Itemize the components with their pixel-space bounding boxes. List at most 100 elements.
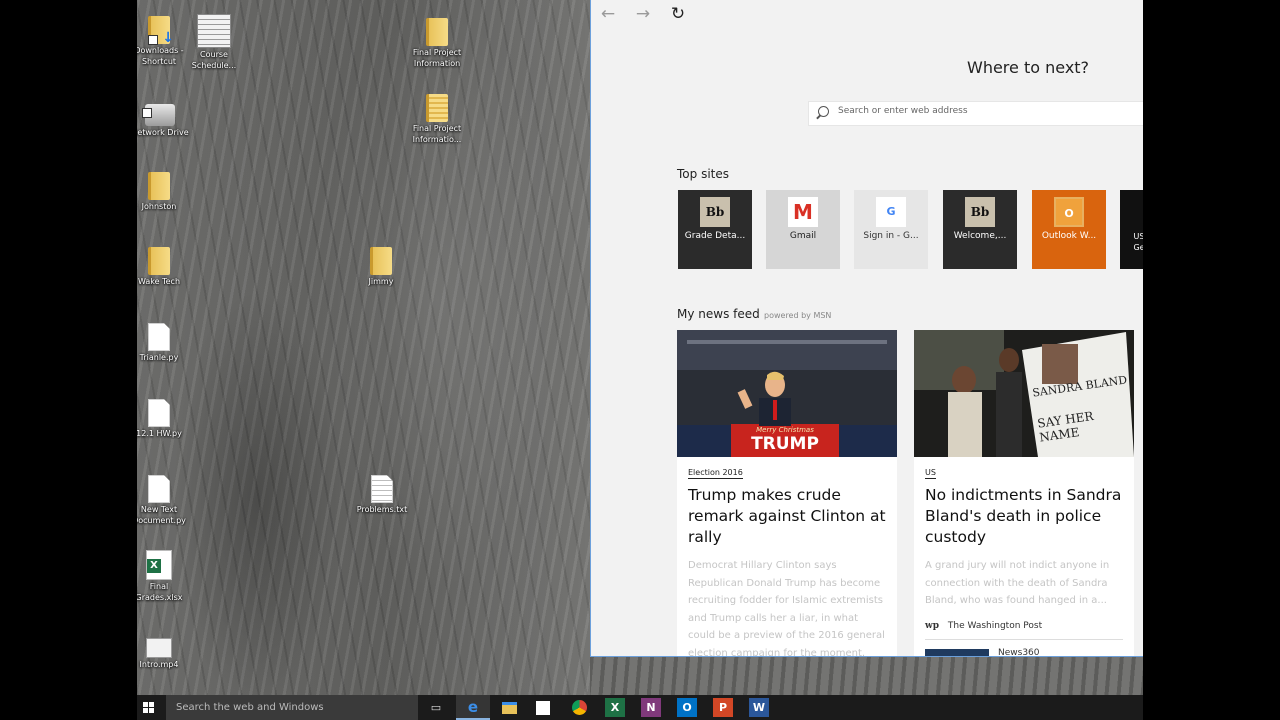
python-file-icon [148, 399, 170, 427]
windows-logo-icon [149, 702, 154, 707]
desktop-icon-course-schedule[interactable]: Course Schedule... [184, 14, 244, 71]
task-view-icon: ▭ [430, 701, 442, 714]
folder-icon [148, 247, 170, 275]
edge-browser-window: ← → ↻ Where to next? Top sites Bb Grade … [590, 0, 1143, 657]
chrome-icon [571, 700, 587, 715]
desktop: Downloads - Shortcut Course Schedule... … [137, 0, 1143, 720]
onenote-icon: N [646, 701, 656, 714]
desktop-icon-wake-tech[interactable]: Wake Tech [137, 247, 189, 287]
arrow-left-icon: ← [600, 4, 616, 24]
desktop-icon-label: Final Project Informatio... [412, 124, 462, 144]
taskbar: Search the web and Windows ▭ e X N O P W [137, 695, 1143, 720]
blackboard-logo-icon: Bb [965, 197, 995, 227]
file-explorer-icon [501, 702, 517, 714]
news-category[interactable]: US [925, 467, 936, 479]
spreadsheet-file-icon [197, 14, 231, 48]
forward-button[interactable]: → [631, 4, 655, 24]
top-site-tile-outlook[interactable]: O Outlook W... [1032, 190, 1106, 269]
taskbar-store-button[interactable] [533, 698, 553, 717]
top-site-label: Grade Deta... [684, 231, 746, 241]
taskbar-outlook-button[interactable]: O [677, 698, 697, 717]
top-site-tile-welcome[interactable]: Bb Welcome,... [943, 190, 1017, 269]
news-card-trump[interactable]: Merry Christmas TRUMP Election 2016 Trum… [677, 330, 897, 656]
desktop-icon-label: Wake Tech [137, 277, 181, 286]
news-title[interactable]: Trump makes crude remark against Clinton… [688, 485, 888, 548]
python-file-icon [148, 323, 170, 351]
desktop-icon-label: Final Project Information [412, 48, 462, 68]
zip-folder-icon [426, 94, 448, 122]
taskbar-powerpoint-button[interactable]: P [713, 698, 733, 717]
desktop-icon-trianle-py[interactable]: Trianle.py [137, 323, 189, 363]
excel-icon: X [610, 701, 620, 714]
news-card-sandra-bland[interactable]: SANDRA BLAND SAY HER NAME US No indictme… [914, 330, 1134, 656]
news-title[interactable]: No indictments in Sandra Bland's death i… [925, 485, 1125, 548]
taskbar-excel-button[interactable]: X [605, 698, 625, 717]
folder-icon [426, 18, 448, 46]
folder-shortcut-icon [148, 16, 174, 46]
address-bar[interactable] [808, 101, 1143, 126]
excel-file-icon [146, 550, 172, 580]
desktop-icon-label: Network Drive [137, 128, 189, 137]
folder-icon [370, 247, 392, 275]
desktop-icon-downloads-shortcut[interactable]: Downloads - Shortcut [137, 16, 189, 67]
google-logo-icon: G [876, 197, 906, 227]
desktop-wallpaper-strip [590, 655, 1143, 695]
desktop-icon-johnston[interactable]: Johnston [137, 172, 189, 212]
washington-post-logo-icon: wp [925, 621, 940, 631]
desktop-icon-hw-py[interactable]: 12.1 HW.py [137, 399, 189, 439]
arrow-right-icon: → [635, 4, 651, 24]
text-file-icon [371, 475, 393, 503]
desktop-icon-network-drive[interactable]: Network Drive [137, 100, 190, 138]
desktop-icon-final-grades[interactable]: Final Grades.xlsx [137, 550, 189, 603]
desktop-icon-problems-txt[interactable]: Problems.txt [352, 475, 412, 515]
desktop-icon-label: Jimmy [368, 277, 394, 286]
video-file-icon [146, 638, 172, 658]
news-photo-banner: Merry Christmas [756, 426, 814, 434]
top-site-tile-grade-details[interactable]: Bb Grade Deta... [678, 190, 752, 269]
desktop-icon-label: Johnston [141, 202, 177, 211]
taskbar-onenote-button[interactable]: N [641, 698, 661, 717]
start-button[interactable] [137, 695, 164, 720]
new-tab-headline: Where to next? [967, 58, 1090, 77]
next-news-thumbnail[interactable] [925, 649, 989, 656]
taskbar-file-explorer-button[interactable] [499, 698, 519, 717]
powerpoint-icon: P [718, 701, 728, 714]
address-input[interactable] [838, 106, 1138, 116]
desktop-icon-label: Intro.mp4 [139, 660, 179, 669]
desktop-icon-jimmy[interactable]: Jimmy [351, 247, 411, 287]
news-category[interactable]: Election 2016 [688, 467, 743, 479]
gmail-logo-icon: M [788, 197, 818, 227]
back-button[interactable]: ← [596, 4, 620, 24]
top-sites-heading: Top sites [677, 167, 729, 181]
network-drive-icon [142, 104, 175, 126]
taskbar-chrome-button[interactable] [569, 698, 589, 717]
task-view-button[interactable]: ▭ [426, 698, 446, 717]
desktop-icon-label: Problems.txt [356, 505, 408, 514]
desktop-icon-final-project-zip[interactable]: Final Project Informatio... [407, 94, 467, 145]
taskbar-search-box[interactable]: Search the web and Windows [166, 695, 418, 720]
news-feed-powered-by: powered by MSN [764, 311, 832, 320]
news-source[interactable]: wp The Washington Post [925, 621, 1042, 631]
desktop-icon-final-project-information[interactable]: Final Project Information [407, 18, 467, 69]
desktop-icon-new-text-document[interactable]: New Text Document.py [137, 475, 189, 526]
next-news-source[interactable]: News360 [998, 648, 1040, 656]
windows-logo-icon [143, 708, 148, 713]
news-photo-protest-illustration [914, 330, 1134, 457]
desktop-icon-label: New Text Document.py [137, 505, 186, 525]
top-site-tile-partial[interactable]: US Ge [1120, 190, 1143, 269]
news-divider [925, 639, 1123, 640]
refresh-button[interactable]: ↻ [666, 4, 690, 24]
desktop-icon-intro-mp4[interactable]: Intro.mp4 [137, 632, 189, 670]
windows-logo-icon [149, 708, 154, 713]
news-photo-protest: SANDRA BLAND SAY HER NAME [914, 330, 1134, 457]
word-icon: W [752, 701, 766, 714]
desktop-icon-label: Trianle.py [139, 353, 179, 362]
taskbar-edge-button[interactable]: e [463, 698, 483, 717]
taskbar-word-button[interactable]: W [749, 698, 769, 717]
top-site-label: Outlook W... [1041, 231, 1097, 241]
refresh-icon: ↻ [670, 4, 686, 24]
top-site-tile-gmail[interactable]: M Gmail [766, 190, 840, 269]
desktop-icon-label: Downloads - Shortcut [137, 46, 184, 66]
top-site-tile-google-sign-in[interactable]: G Sign in - G... [854, 190, 928, 269]
news-source-name: The Washington Post [947, 621, 1043, 631]
